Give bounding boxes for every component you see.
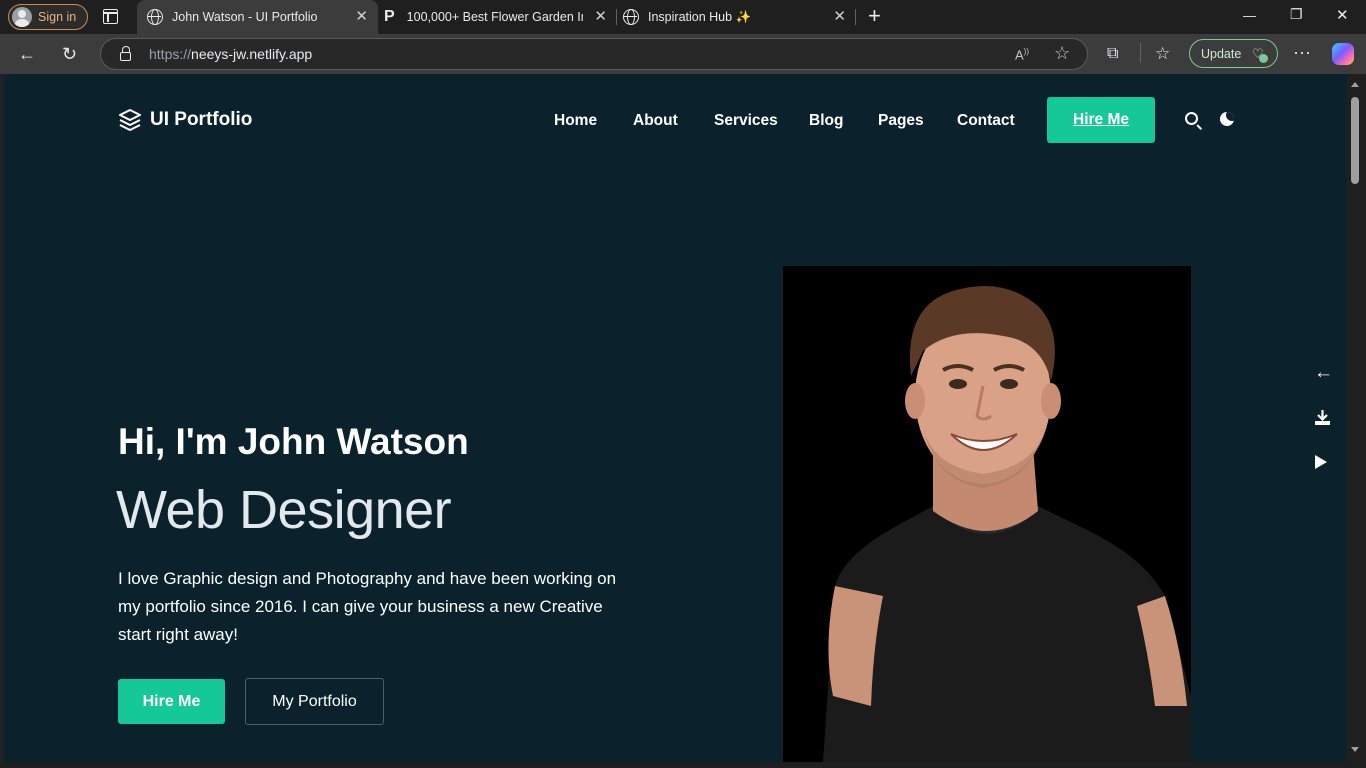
favorite-star-icon[interactable]: ☆ [1054, 43, 1070, 64]
nav-blog[interactable]: Blog [809, 112, 843, 130]
profile-icon [12, 7, 32, 27]
nav-services[interactable]: Services [714, 112, 778, 130]
hero-bio: I love Graphic design and Photography an… [118, 569, 617, 644]
tab-portfolio[interactable]: John Watson - UI Portfolio ✕ [137, 0, 378, 34]
window-bottom-edge [0, 762, 1366, 768]
pexels-icon: P [384, 8, 395, 25]
site-logo[interactable]: UI Portfolio [118, 108, 252, 132]
tab-title: John Watson - UI Portfolio [172, 10, 318, 24]
address-bar[interactable]: https://neeys-jw.netlify.app A)) ☆ [100, 38, 1088, 70]
scroll-thumb[interactable] [1351, 97, 1359, 184]
nav-hire-me-button[interactable]: Hire Me [1047, 97, 1155, 143]
update-button[interactable]: Update ♡ [1189, 39, 1278, 68]
sign-in-label: Sign in [38, 10, 77, 24]
read-aloud-icon[interactable]: A)) [1015, 47, 1029, 62]
nav-about[interactable]: About [633, 112, 678, 130]
more-options-icon[interactable]: ··· [1293, 41, 1311, 63]
update-badge [1259, 54, 1268, 63]
toolbar-divider [1140, 43, 1141, 63]
layers-icon [119, 109, 141, 131]
nav-home[interactable]: Home [554, 112, 597, 130]
back-arrow-icon[interactable]: ← [18, 43, 36, 65]
nav-contact[interactable]: Contact [957, 112, 1015, 130]
hire-me-button[interactable]: Hire Me [118, 679, 225, 724]
hero-role: Web Designer [116, 480, 452, 540]
dark-mode-icon[interactable] [1220, 112, 1234, 126]
globe-icon [147, 9, 163, 25]
my-portfolio-button[interactable]: My Portfolio [245, 678, 384, 725]
sign-in-button[interactable]: Sign in [8, 4, 88, 30]
globe-icon [623, 9, 639, 25]
close-tab-icon[interactable]: ✕ [355, 9, 368, 25]
tab-flower-garden[interactable]: P 100,000+ Best Flower Garden Ima ✕ [378, 0, 616, 34]
tab-separator [855, 9, 856, 25]
close-tab-icon[interactable]: ✕ [833, 9, 846, 25]
download-icon[interactable] [1314, 409, 1331, 431]
tab-actions-icon[interactable] [103, 9, 118, 24]
new-tab-button[interactable]: + [868, 3, 881, 29]
extensions-icon[interactable]: ⧉ [1107, 43, 1118, 65]
close-tab-icon[interactable]: ✕ [594, 9, 607, 25]
url-text[interactable]: https://neeys-jw.netlify.app [149, 46, 312, 62]
tab-inspiration-hub[interactable]: Inspiration Hub ✨ ✕ [617, 0, 855, 34]
arrow-left-icon[interactable]: ← [1314, 362, 1333, 384]
scroll-down-arrow[interactable] [1351, 747, 1359, 752]
copilot-icon[interactable] [1332, 43, 1354, 65]
page-scrollbar[interactable] [1347, 74, 1366, 762]
address-bar-row: ← ↻ https://neeys-jw.netlify.app A)) ☆ ⧉… [0, 34, 1366, 74]
hero-greeting: Hi, I'm John Watson [118, 421, 469, 462]
minimize-button[interactable]: — [1243, 8, 1256, 23]
page-viewport: UI Portfolio Home About Services Blog Pa… [4, 74, 1347, 762]
update-label: Update [1201, 46, 1242, 61]
lock-icon [120, 46, 131, 61]
play-icon[interactable] [1314, 454, 1328, 475]
refresh-icon[interactable]: ↻ [62, 43, 77, 65]
profile-photo [783, 266, 1191, 762]
scroll-up-arrow[interactable] [1351, 82, 1359, 87]
logo-text: UI Portfolio [150, 109, 253, 130]
favorites-icon[interactable]: ☆ [1155, 43, 1170, 65]
close-window-button[interactable]: ✕ [1336, 6, 1349, 24]
search-icon[interactable] [1185, 112, 1198, 125]
browser-tab-bar: Sign in John Watson - UI Portfolio ✕ P 1… [0, 0, 1366, 34]
tab-title: 100,000+ Best Flower Garden Ima [406, 10, 583, 24]
restore-button[interactable]: ❐ [1290, 6, 1303, 23]
portrait-illustration [823, 286, 1191, 762]
tab-title: Inspiration Hub ✨ [648, 9, 752, 24]
nav-pages[interactable]: Pages [878, 112, 924, 130]
